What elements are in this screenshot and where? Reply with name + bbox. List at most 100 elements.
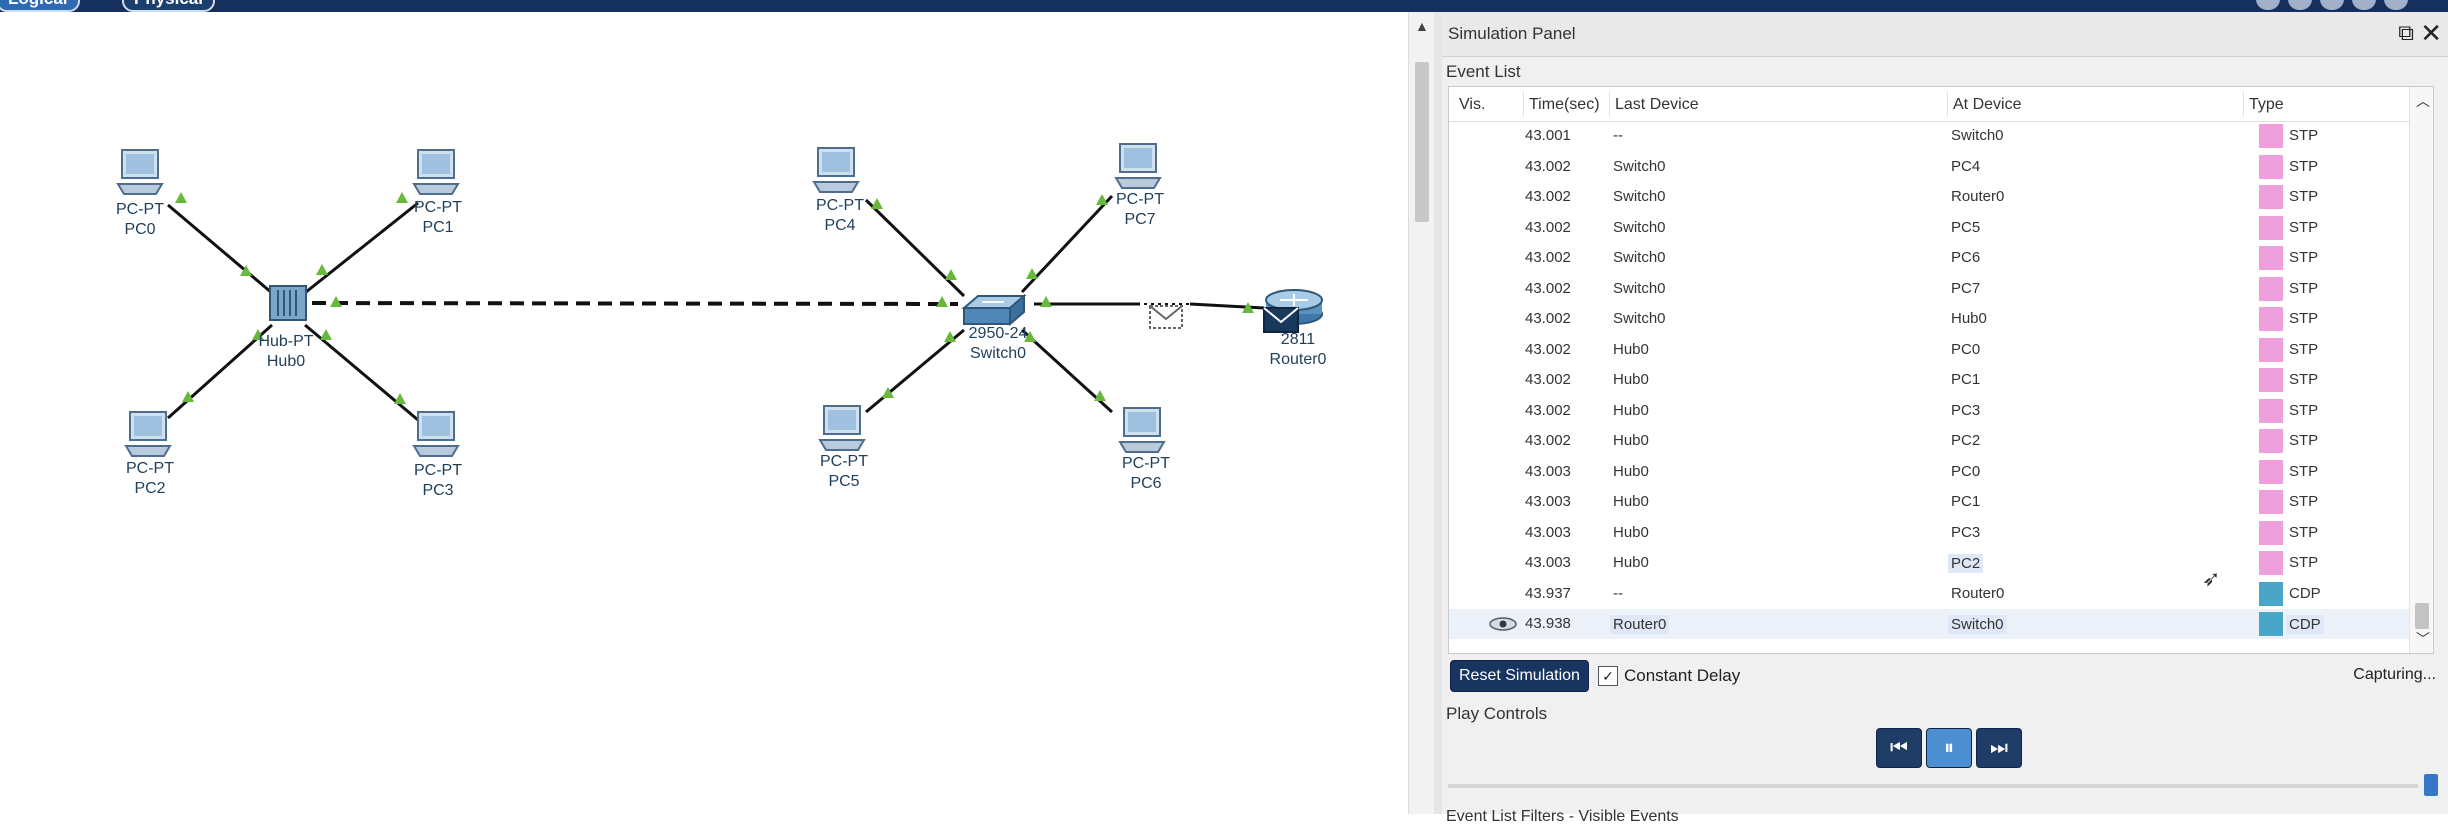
pc7-icon <box>1114 143 1162 189</box>
event-list-header: Vis. Time(sec) Last Device At Device Typ… <box>1449 87 2409 122</box>
table-row[interactable]: 43.003 Hub0 PC3 STP <box>1449 518 2409 548</box>
event-type-color <box>2259 490 2283 514</box>
event-type-color <box>2259 581 2283 606</box>
capturing-status: Capturing... <box>2353 666 2436 683</box>
table-row[interactable]: 43.002 Hub0 PC3 STP <box>1449 396 2409 426</box>
pc0-icon <box>116 149 164 195</box>
event-type-color <box>2259 307 2283 331</box>
table-row[interactable]: 43.002 Switch0 Hub0 STP <box>1449 304 2409 334</box>
panel-splitter[interactable] <box>1434 12 1442 814</box>
pc0-label: PC-PT PC0 <box>116 201 164 238</box>
simulation-panel-title: Simulation Panel <box>1448 24 1576 43</box>
play-controls-label: Play Controls <box>1446 704 1548 723</box>
pause-button[interactable]: ⏸ <box>1926 728 1972 768</box>
tab-logical[interactable]: Logical <box>0 0 80 12</box>
table-row[interactable]: 43.002 Switch0 PC5 STP <box>1449 213 2409 243</box>
table-row[interactable]: 43.002 Switch0 Router0 STP <box>1449 182 2409 212</box>
eye-icon[interactable] <box>1489 617 1517 631</box>
pc6-icon <box>1118 407 1166 453</box>
workspace-scroll-thumb[interactable] <box>1415 62 1429 222</box>
event-type-color <box>2259 215 2283 240</box>
pc3-label: PC-PT PC3 <box>414 462 462 499</box>
restore-icon[interactable]: ⧉ <box>2398 20 2414 46</box>
pdu-envelope-router <box>1263 307 1299 333</box>
hub0-icon <box>269 285 307 321</box>
toolbar-icon[interactable] <box>2320 0 2344 10</box>
logical-workspace[interactable]: PC-PT PC0 PC-PT PC1 PC-PT PC2 PC-PT PC3 Hub-… <box>0 12 1408 814</box>
table-row[interactable]: 43.003 Hub0 PC2 STP <box>1449 548 2409 578</box>
event-type-color <box>2259 124 2283 148</box>
table-row[interactable]: 43.002 Switch0 PC6 STP <box>1449 243 2409 273</box>
pc1-icon <box>412 149 460 195</box>
toolbar-icon[interactable] <box>2288 0 2312 10</box>
event-type-color <box>2259 276 2283 301</box>
constant-delay-checkbox[interactable]: ✓ <box>1598 666 1618 686</box>
toolbar-icon[interactable] <box>2352 0 2376 10</box>
pause-icon: ⏸ <box>1944 737 1954 759</box>
event-type-color <box>2259 459 2283 484</box>
event-type-color <box>2259 154 2283 179</box>
step-back-button[interactable]: ⏮ <box>1876 728 1922 768</box>
col-type[interactable]: Type <box>2249 96 2284 114</box>
event-type-color <box>2259 337 2283 362</box>
topology-canvas <box>116 143 1323 457</box>
event-list-table: Vis. Time(sec) Last Device At Device Typ… <box>1448 86 2434 654</box>
pc4-icon <box>812 147 860 193</box>
reset-simulation-button[interactable]: Reset Simulation <box>1450 660 1589 692</box>
tab-physical[interactable]: Physical <box>122 0 215 12</box>
pc6-label: PC-PT PC6 <box>1122 455 1170 492</box>
chevron-up-icon[interactable]: ▲ <box>1415 18 1429 34</box>
event-type-color <box>2259 398 2283 423</box>
switch0-icon <box>961 293 1027 327</box>
hub0-label: Hub-PT Hub0 <box>258 333 314 370</box>
toolbar-icon[interactable] <box>2256 0 2280 10</box>
table-row[interactable]: 43.003 Hub0 PC1 STP <box>1449 487 2409 517</box>
table-row[interactable]: 43.002 Hub0 PC1 STP <box>1449 365 2409 395</box>
constant-delay-label: Constant Delay <box>1624 666 1741 685</box>
step-forward-button[interactable]: ⏭ <box>1976 728 2022 768</box>
close-icon[interactable]: ✕ <box>2420 18 2442 49</box>
switch0-label: 2950-24 Switch0 <box>968 325 1028 362</box>
chevron-up-icon[interactable]: ︿ <box>2416 91 2430 111</box>
top-toolbar: Logical Physical <box>0 0 2448 12</box>
simulation-controls-bar: Reset Simulation ✓ Constant Delay Captur… <box>1442 656 2448 696</box>
table-row[interactable]: 43.002 Switch0 PC7 STP <box>1449 274 2409 304</box>
table-row-current[interactable]: 43.938 Router0 Switch0 CDP <box>1449 609 2409 639</box>
router0-label: 2811 Router0 <box>1269 331 1327 368</box>
link-hub0-switch0-crossover <box>311 301 959 306</box>
event-type-color <box>2259 246 2283 270</box>
chevron-down-icon[interactable]: ﹀ <box>2416 629 2430 649</box>
pc4-label: PC-PT PC4 <box>816 197 864 234</box>
pc2-icon <box>124 411 172 457</box>
play-speed-slider-track[interactable] <box>1448 784 2418 788</box>
pdu-envelope-transit <box>1149 305 1183 329</box>
table-row[interactable]: 43.003 Hub0 PC0 STP <box>1449 457 2409 487</box>
col-time[interactable]: Time(sec) <box>1529 96 1600 114</box>
event-type-color <box>2259 429 2283 453</box>
col-vis[interactable]: Vis. <box>1459 96 1485 114</box>
event-list-label: Event List <box>1446 62 1521 81</box>
event-type-color <box>2259 612 2283 636</box>
pc1-label: PC-PT PC1 <box>414 199 462 236</box>
col-last-device[interactable]: Last Device <box>1615 96 1699 114</box>
skip-back-icon: ⏮ <box>1890 737 1908 759</box>
simulation-panel: Simulation Panel ⧉ ✕ Event List Vis. Tim… <box>1442 12 2448 825</box>
table-row[interactable]: 43.002 Switch0 PC4 STP <box>1449 152 2409 182</box>
event-list-scroll-thumb[interactable] <box>2415 603 2429 629</box>
event-filters-label: Event List Filters - Visible Events <box>1446 808 1679 825</box>
table-row[interactable]: 43.937 -- Router0 CDP <box>1449 579 2409 609</box>
table-row[interactable]: 43.002 Hub0 PC0 STP <box>1449 335 2409 365</box>
skip-forward-icon: ⏭ <box>1990 737 2008 759</box>
col-at-device[interactable]: At Device <box>1953 96 2021 114</box>
table-row[interactable]: 43.002 Hub0 PC2 STP <box>1449 426 2409 456</box>
event-list-scrollbar[interactable]: ︿ ﹀ <box>2409 87 2433 653</box>
table-row[interactable]: 43.001 -- Switch0 STP <box>1449 121 2409 151</box>
event-type-color <box>2259 520 2283 545</box>
play-speed-slider-knob[interactable] <box>2424 774 2438 796</box>
simulation-panel-header: Simulation Panel ⧉ ✕ <box>1442 12 2448 57</box>
toolbar-icon[interactable] <box>2384 0 2408 10</box>
workspace-scrollbar[interactable]: ▲ <box>1408 12 1435 814</box>
pc2-label: PC-PT PC2 <box>126 460 174 497</box>
event-type-color <box>2259 368 2283 392</box>
mouse-cursor-icon: ➶ <box>2202 566 2221 591</box>
